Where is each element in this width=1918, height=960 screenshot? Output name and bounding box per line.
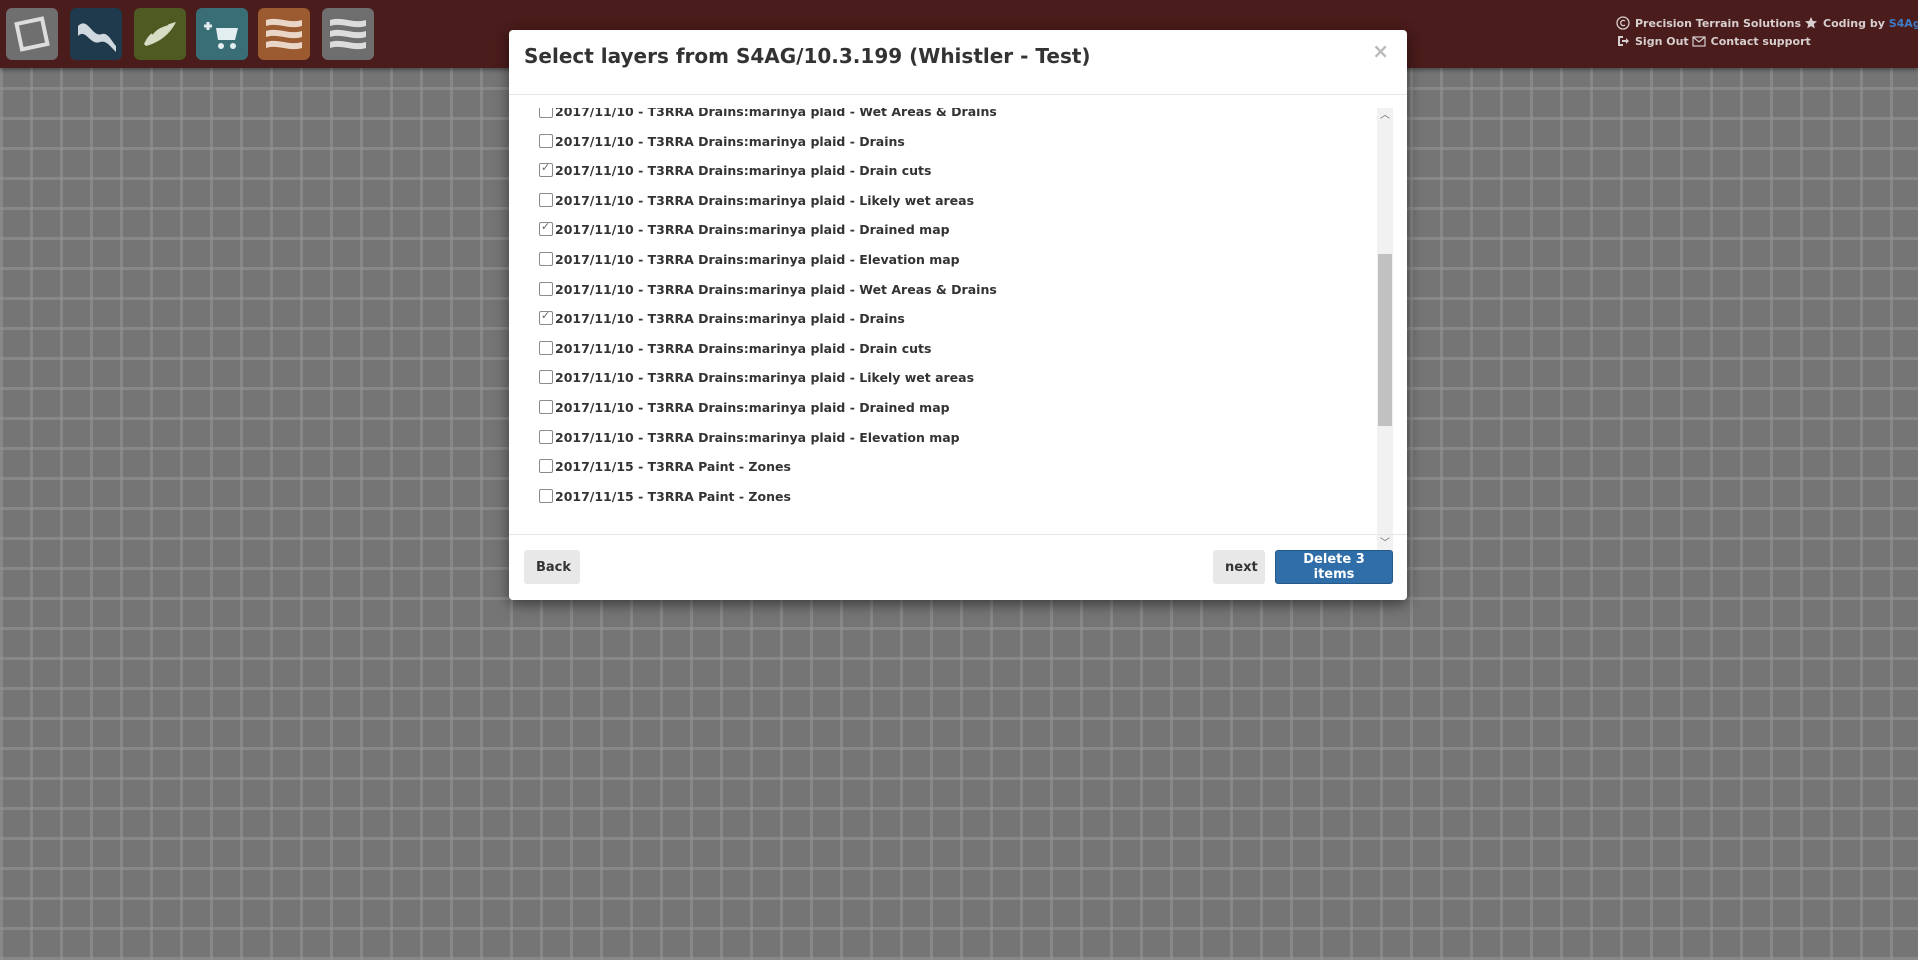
layer-checkbox[interactable] (539, 161, 553, 178)
layer-label: 2017/11/10 - T3RRA Drains:marinya plaid … (555, 400, 950, 415)
sign-out-link[interactable]: Sign Out (1635, 35, 1689, 48)
tool-select-area-button[interactable] (6, 8, 58, 60)
contact-support-link[interactable]: Contact support (1711, 35, 1811, 48)
dialog-footer: Back next Delete 3 items (509, 534, 1407, 601)
coding-by-link[interactable]: S4Ag (1889, 17, 1918, 30)
envelope-icon (1692, 36, 1706, 47)
layer-checkbox[interactable] (539, 340, 553, 355)
select-area-icon (14, 16, 50, 52)
layer-label: 2017/11/10 - T3RRA Drains:marinya plaid … (555, 281, 997, 297)
layer-checkbox[interactable] (539, 309, 553, 326)
layer-list-scrollbar[interactable]: ︿ ﹀ (1377, 108, 1393, 552)
copyright-icon (1616, 16, 1630, 30)
layer-label: 2017/11/10 - T3RRA Drains:marinya plaid … (555, 222, 950, 238)
tool-add-to-cart-button[interactable] (196, 8, 248, 60)
layer-checkbox[interactable] (539, 429, 553, 444)
layer-item[interactable]: 2017/11/10 - T3RRA Drains:marinya plaid … (539, 108, 997, 126)
coding-by-label: Coding by (1823, 16, 1885, 30)
layer-label: 2017/11/15 - T3RRA Paint - Zones (555, 459, 791, 475)
layers-orange-icon (266, 18, 302, 50)
layer-item[interactable]: 2017/11/10 - T3RRA Drains:marinya plaid … (539, 340, 932, 363)
layer-checkbox[interactable] (539, 370, 553, 385)
company-link[interactable]: Precision Terrain Solutions (1635, 17, 1801, 30)
tool-layers-orange-button[interactable] (258, 8, 310, 60)
layer-item[interactable]: 2017/11/15 - T3RRA Paint - Zones (539, 488, 791, 511)
layer-checkbox[interactable] (539, 488, 553, 503)
layer-checkbox[interactable] (539, 108, 553, 118)
layer-label: 2017/11/10 - T3RRA Drains:marinya plaid … (555, 429, 960, 445)
layer-item[interactable]: 2017/11/10 - T3RRA Drains:marinya plaid … (539, 309, 905, 333)
layer-item[interactable]: 2017/11/10 - T3RRA Drains:marinya plaid … (539, 370, 974, 392)
tool-crop-button[interactable] (134, 8, 186, 60)
star-icon (1805, 17, 1818, 29)
layer-item[interactable]: 2017/11/10 - T3RRA Drains:marinya plaid … (539, 161, 932, 185)
layer-label: 2017/11/10 - T3RRA Drains:marinya plaid … (555, 133, 905, 149)
layer-label: 2017/11/10 - T3RRA Drains:marinya plaid … (555, 370, 975, 386)
layer-label: 2017/11/15 - T3RRA Paint - Zones (555, 488, 791, 504)
dialog-title: Select layers from S4AG/10.3.199 (Whistl… (524, 44, 1091, 68)
dialog-header: Select layers from S4AG/10.3.199 (Whistl… (509, 30, 1407, 95)
add-to-cart-icon (204, 22, 238, 49)
back-button[interactable]: Back (524, 550, 580, 584)
layer-checkbox[interactable] (539, 192, 553, 207)
layer-checkbox[interactable] (539, 400, 553, 414)
layer-checkbox[interactable] (539, 281, 553, 296)
layer-label: 2017/11/10 - T3RRA Drains:marinya plaid … (555, 163, 932, 179)
layer-label: 2017/11/10 - T3RRA Drains:marinya plaid … (555, 192, 975, 208)
wave-terrain-icon (78, 23, 116, 52)
sign-out-icon (1618, 36, 1629, 46)
layer-item[interactable]: 2017/11/10 - T3RRA Drains:marinya plaid … (539, 192, 975, 215)
layer-label: 2017/11/10 - T3RRA Drains:marinya plaid … (555, 252, 960, 267)
layer-checkbox[interactable] (539, 133, 553, 148)
layer-item[interactable]: 2017/11/10 - T3RRA Drains:marinya plaid … (539, 281, 997, 304)
layer-item[interactable]: 2017/11/10 - T3RRA Drains:marinya plaid … (539, 429, 960, 452)
layer-item[interactable]: 2017/11/10 - T3RRA Drains:marinya plaid … (539, 400, 950, 422)
tool-layers-gray-button[interactable] (322, 8, 374, 60)
scroll-thumb[interactable] (1378, 254, 1392, 426)
layer-item[interactable]: 2017/11/10 - T3RRA Drains:marinya plaid … (539, 220, 950, 244)
leaf-crop-icon (144, 22, 176, 46)
layer-checkbox[interactable] (539, 220, 553, 237)
layer-item[interactable]: 2017/11/10 - T3RRA Drains:marinya plaid … (539, 133, 905, 156)
next-button[interactable]: next (1213, 550, 1265, 584)
credits-panel: Precision Terrain Solutions Coding by S4… (1616, 14, 1918, 50)
scroll-up-icon[interactable]: ︿ (1377, 108, 1393, 124)
layer-item[interactable]: 2017/11/15 - T3RRA Paint - Zones (539, 459, 791, 481)
layer-label: 2017/11/10 - T3RRA Drains:marinya plaid … (555, 108, 997, 119)
tool-terrain-button[interactable] (70, 8, 122, 60)
select-layers-dialog: Select layers from S4AG/10.3.199 (Whistl… (509, 30, 1407, 600)
layer-list[interactable]: 2017/11/10 - T3RRA Drains:marinya plaid … (539, 108, 1371, 550)
layer-checkbox[interactable] (539, 252, 553, 266)
layer-label: 2017/11/10 - T3RRA Drains:marinya plaid … (555, 340, 932, 356)
close-button[interactable]: × (1366, 38, 1395, 64)
layer-item[interactable]: 2017/11/10 - T3RRA Drains:marinya plaid … (539, 252, 960, 274)
layer-checkbox[interactable] (539, 459, 553, 474)
layers-gray-icon (330, 18, 366, 50)
delete-items-button[interactable]: Delete 3 items (1275, 550, 1393, 584)
layer-label: 2017/11/10 - T3RRA Drains:marinya plaid … (555, 311, 905, 327)
